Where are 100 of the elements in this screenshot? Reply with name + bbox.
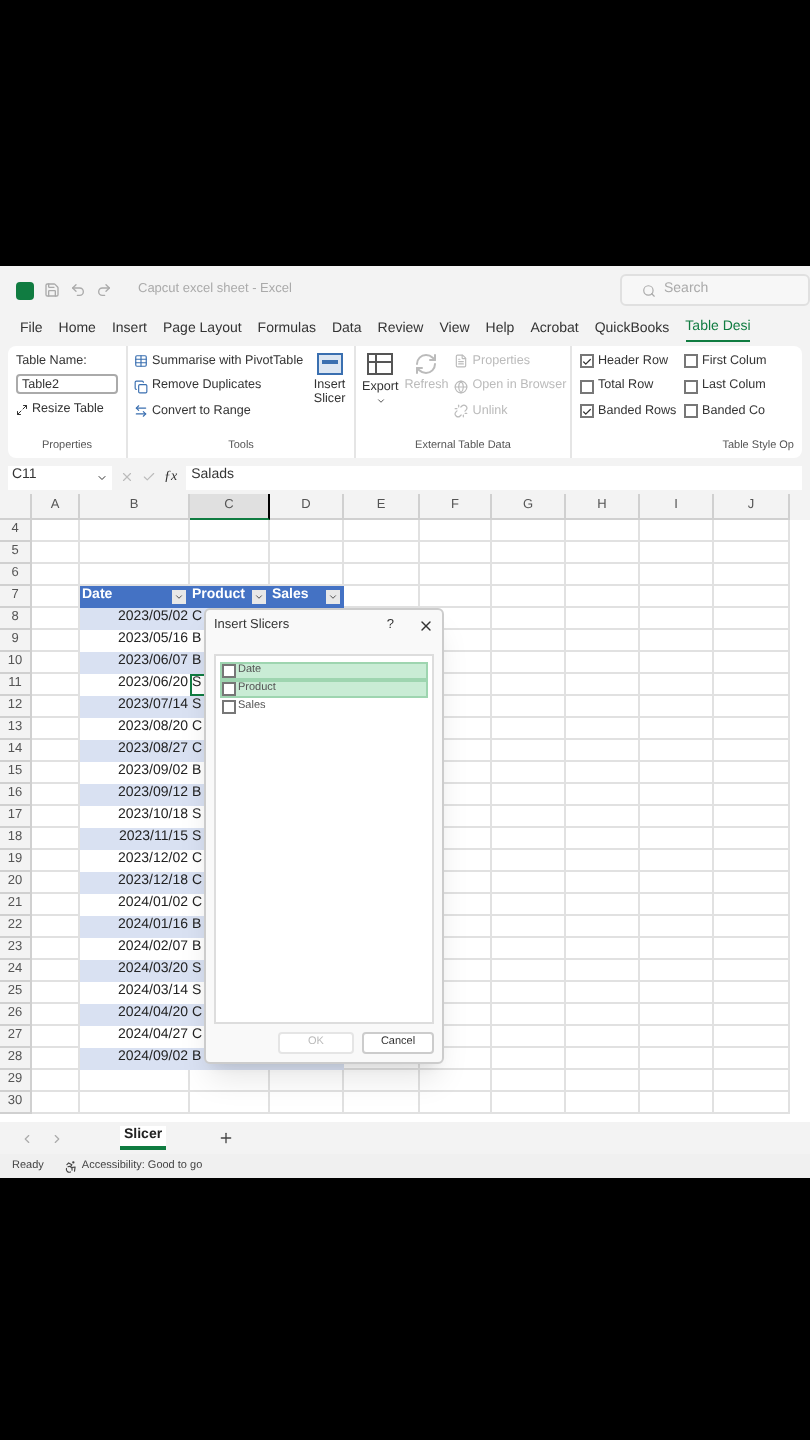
cell xyxy=(420,1092,492,1114)
checkbox[interactable] xyxy=(684,404,698,419)
arrows-icon xyxy=(134,404,148,419)
cell xyxy=(714,740,790,762)
cell xyxy=(566,608,640,630)
cell xyxy=(492,1048,566,1070)
cell xyxy=(714,762,790,784)
cell xyxy=(492,652,566,674)
cell xyxy=(566,894,640,916)
cell xyxy=(640,894,714,916)
cell xyxy=(714,542,790,564)
cell xyxy=(566,784,640,806)
cell xyxy=(566,674,640,696)
cell xyxy=(270,520,344,542)
cell xyxy=(640,762,714,784)
cell xyxy=(714,806,790,828)
checkbox[interactable] xyxy=(222,700,236,714)
cell xyxy=(492,630,566,652)
broken-link-icon xyxy=(454,404,469,419)
cell xyxy=(640,806,714,828)
cell xyxy=(270,542,344,564)
cell xyxy=(344,542,420,564)
checkbox[interactable] xyxy=(222,682,236,696)
cell xyxy=(566,630,640,652)
cell xyxy=(492,784,566,806)
cell xyxy=(492,608,566,630)
slicer-icon xyxy=(315,352,344,378)
cell xyxy=(640,982,714,1004)
caret-icon xyxy=(174,592,184,602)
cell xyxy=(714,652,790,674)
cell xyxy=(640,960,714,982)
cell xyxy=(566,1026,640,1048)
cell xyxy=(32,542,80,564)
add-sheet-icon[interactable] xyxy=(218,1130,235,1146)
cell xyxy=(714,718,790,740)
excel-logo-icon xyxy=(16,281,34,299)
cell xyxy=(640,1048,714,1070)
cell xyxy=(714,850,790,872)
cell xyxy=(566,586,640,608)
cell xyxy=(492,564,566,586)
cell xyxy=(32,520,80,542)
cell xyxy=(714,828,790,850)
checkbox[interactable] xyxy=(580,379,594,394)
cell xyxy=(190,1092,270,1114)
cell xyxy=(492,1004,566,1026)
cell xyxy=(640,542,714,564)
cell xyxy=(566,740,640,762)
close-icon[interactable] xyxy=(418,618,434,634)
cell xyxy=(492,520,566,542)
cell xyxy=(492,1092,566,1114)
cell xyxy=(714,696,790,718)
table-grid-icon xyxy=(366,352,395,378)
cell xyxy=(492,850,566,872)
cell xyxy=(640,916,714,938)
cell xyxy=(32,1070,80,1092)
cell xyxy=(492,762,566,784)
cell xyxy=(492,1070,566,1092)
accessibility-icon[interactable] xyxy=(63,1159,78,1173)
checkbox[interactable] xyxy=(580,404,594,419)
cell xyxy=(270,1070,344,1092)
cell xyxy=(714,1048,790,1070)
cell xyxy=(80,1092,190,1114)
cell xyxy=(640,564,714,586)
cell xyxy=(640,608,714,630)
checkbox[interactable] xyxy=(222,664,236,678)
cell xyxy=(80,542,190,564)
cell xyxy=(566,1004,640,1026)
cell xyxy=(640,872,714,894)
cell xyxy=(492,938,566,960)
cell xyxy=(80,1070,190,1092)
cell xyxy=(492,1026,566,1048)
cell xyxy=(420,564,492,586)
cell xyxy=(566,828,640,850)
cell xyxy=(492,894,566,916)
cell xyxy=(640,850,714,872)
cell xyxy=(640,652,714,674)
cell xyxy=(492,718,566,740)
cell xyxy=(344,520,420,542)
cell xyxy=(714,1092,790,1114)
cell xyxy=(640,674,714,696)
cell xyxy=(640,718,714,740)
cell xyxy=(714,1004,790,1026)
cell xyxy=(640,828,714,850)
checkbox[interactable] xyxy=(684,354,698,369)
cell xyxy=(714,586,790,608)
cell xyxy=(566,960,640,982)
cell xyxy=(714,938,790,960)
checkbox[interactable] xyxy=(684,379,698,394)
cell xyxy=(566,938,640,960)
cell xyxy=(640,784,714,806)
cell xyxy=(492,542,566,564)
caret-icon xyxy=(328,592,338,602)
checkbox[interactable] xyxy=(580,354,594,369)
cell xyxy=(566,1048,640,1070)
cell xyxy=(566,806,640,828)
cell xyxy=(566,916,640,938)
cell xyxy=(420,542,492,564)
caret-icon xyxy=(254,592,264,602)
cell xyxy=(492,674,566,696)
cell xyxy=(566,850,640,872)
